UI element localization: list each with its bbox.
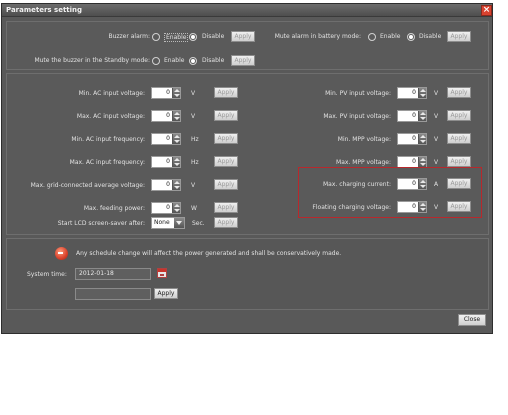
spinner-arrows-icon[interactable] — [172, 180, 180, 190]
max-pv-input-voltage-label: Max. PV input voltage: — [323, 113, 391, 120]
mute-standby-label: Mute the buzzer in the Standby mode: — [34, 57, 150, 64]
parameters-setting-window: Parameters setting × Buzzer alarm: Enabl… — [1, 3, 493, 334]
spinner-value: 0 — [166, 204, 170, 211]
max-ac-input-voltage-apply-button[interactable]: Apply — [214, 110, 238, 121]
spinner-value: 0 — [166, 158, 170, 165]
spinner-arrows-icon[interactable] — [418, 88, 426, 98]
schedule-apply-button[interactable]: Apply — [154, 288, 178, 299]
screensaver-apply-button[interactable]: Apply — [214, 217, 238, 228]
spinner-arrows-icon[interactable] — [172, 134, 180, 144]
unit-label: W — [191, 205, 197, 212]
warning-icon — [55, 247, 68, 260]
spinner-value: 0 — [166, 112, 170, 119]
mute-standby-apply-button[interactable]: Apply — [231, 55, 255, 66]
unit-label: Hz — [191, 159, 199, 166]
max-ac-input-voltage-spinner[interactable]: 0 — [151, 110, 181, 122]
spinner-arrows-icon[interactable] — [418, 134, 426, 144]
unit-label: V — [434, 113, 439, 120]
min-mpp-voltage-apply-button[interactable]: Apply — [447, 133, 471, 144]
mute-standby-disable-label[interactable]: Disable — [202, 57, 224, 64]
mute-standby-disable-radio[interactable] — [189, 57, 197, 65]
system-time-field[interactable]: 2012-01-18 — [75, 268, 151, 280]
mute-standby-enable-radio[interactable] — [152, 57, 160, 65]
spinner-arrows-icon[interactable] — [172, 203, 180, 213]
unit-label: Hz — [191, 136, 199, 143]
max-feeding-power-spinner[interactable]: 0 — [151, 202, 181, 214]
spinner-arrows-icon[interactable] — [418, 111, 426, 121]
mute-battery-apply-button[interactable]: Apply — [447, 31, 471, 42]
spinner-arrows-icon[interactable] — [172, 111, 180, 121]
window-close-icon[interactable]: × — [481, 5, 492, 16]
mute-battery-enable-radio[interactable] — [368, 33, 376, 41]
spinner-value: 0 — [166, 89, 170, 96]
system-time-label: System time: — [27, 271, 67, 278]
window-title: Parameters setting — [6, 6, 83, 14]
max-grid-connected-average-voltage-spinner[interactable]: 0 — [151, 179, 181, 191]
schedule-panel: Any schedule change will affect the powe… — [6, 238, 489, 310]
max-pv-input-voltage-apply-button[interactable]: Apply — [447, 110, 471, 121]
close-button[interactable]: Close — [458, 314, 486, 326]
max-ac-input-frequency-apply-button[interactable]: Apply — [214, 156, 238, 167]
unit-label: V — [191, 113, 196, 120]
max-ac-input-voltage-label: Max. AC input voltage: — [76, 113, 145, 120]
title-bar: Parameters setting × — [2, 4, 492, 17]
spinner-value: 0 — [166, 135, 170, 142]
spinner-value: 0 — [166, 181, 170, 188]
min-ac-input-frequency-apply-button[interactable]: Apply — [214, 133, 238, 144]
highlight-box — [298, 167, 482, 218]
max-ac-input-frequency-spinner[interactable]: 0 — [151, 156, 181, 168]
max-pv-input-voltage-spinner[interactable]: 0 — [397, 110, 427, 122]
unit-label: V — [434, 159, 439, 166]
spinner-arrows-icon[interactable] — [172, 88, 180, 98]
min-ac-input-voltage-spinner[interactable]: 0 — [151, 87, 181, 99]
chevron-down-icon[interactable] — [174, 218, 184, 228]
min-pv-input-voltage-apply-button[interactable]: Apply — [447, 87, 471, 98]
mute-battery-disable-label[interactable]: Disable — [419, 33, 441, 40]
buzzer-settings-panel: Buzzer alarm: Enable Disable Apply Mute … — [6, 21, 489, 70]
screensaver-unit-label: Sec. — [192, 220, 205, 227]
max-ac-input-frequency-label: Max. AC input frequency: — [69, 159, 145, 166]
spinner-arrows-icon[interactable] — [172, 157, 180, 167]
mute-battery-enable-label[interactable]: Enable — [380, 33, 400, 40]
mute-standby-enable-label[interactable]: Enable — [164, 57, 184, 64]
spinner-value: 0 — [412, 112, 416, 119]
mute-battery-disable-radio[interactable] — [407, 33, 415, 41]
min-mpp-voltage-spinner[interactable]: 0 — [397, 133, 427, 145]
mute-battery-label: Mute alarm in battery mode: — [274, 33, 361, 40]
spinner-value: 0 — [412, 158, 416, 165]
unit-label: V — [434, 90, 439, 97]
min-ac-input-frequency-spinner[interactable]: 0 — [151, 133, 181, 145]
max-grid-connected-average-voltage-label: Max. grid-connected average voltage: — [30, 182, 145, 189]
unit-label: V — [434, 136, 439, 143]
max-feeding-power-apply-button[interactable]: Apply — [214, 202, 238, 213]
unit-label: V — [191, 90, 196, 97]
max-mpp-voltage-label: Max. MPP voltage: — [336, 159, 391, 166]
screensaver-select[interactable]: None — [151, 217, 185, 229]
screensaver-label: Start LCD screen-saver after: — [57, 220, 145, 227]
screensaver-value: None — [154, 219, 170, 226]
schedule-extra-field[interactable] — [75, 288, 151, 300]
spinner-value: 0 — [412, 89, 416, 96]
buzzer-enable-radio[interactable] — [152, 33, 160, 41]
schedule-notice: Any schedule change will affect the powe… — [76, 250, 342, 257]
buzzer-alarm-label: Buzzer alarm: — [108, 33, 150, 40]
min-ac-input-frequency-label: Min. AC input frequency: — [71, 136, 145, 143]
max-mpp-voltage-apply-button[interactable]: Apply — [447, 156, 471, 167]
unit-label: V — [191, 182, 196, 189]
max-grid-connected-average-voltage-apply-button[interactable]: Apply — [214, 179, 238, 190]
max-feeding-power-label: Max. feeding power: — [83, 205, 145, 212]
spinner-value: 0 — [412, 135, 416, 142]
min-pv-input-voltage-label: Min. PV input voltage: — [325, 90, 391, 97]
buzzer-apply-button[interactable]: Apply — [231, 31, 255, 42]
calendar-icon[interactable] — [157, 268, 167, 278]
buzzer-disable-label[interactable]: Disable — [202, 33, 224, 40]
min-mpp-voltage-label: Min. MPP voltage: — [337, 136, 391, 143]
min-ac-input-voltage-label: Min. AC input voltage: — [78, 90, 145, 97]
buzzer-disable-radio[interactable] — [189, 33, 197, 41]
spinner-arrows-icon[interactable] — [418, 157, 426, 167]
min-ac-input-voltage-apply-button[interactable]: Apply — [214, 87, 238, 98]
min-pv-input-voltage-spinner[interactable]: 0 — [397, 87, 427, 99]
buzzer-enable-label[interactable]: Enable — [164, 33, 189, 42]
